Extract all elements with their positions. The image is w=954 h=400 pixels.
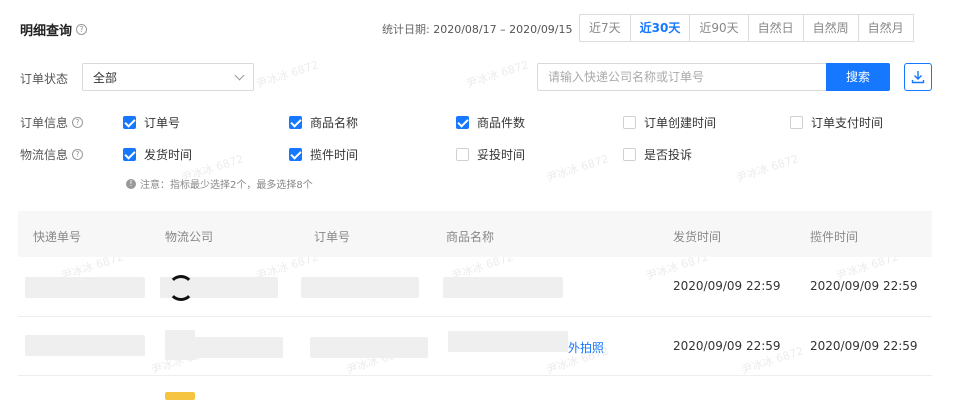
- column-header-product-name: 商品名称: [446, 230, 495, 244]
- column-header-tracking-no: 快递单号: [33, 230, 82, 244]
- carrier-logo-icon: [168, 275, 194, 301]
- checkbox-pickup-time[interactable]: 揽件时间: [289, 146, 358, 163]
- checkbox-label: 订单创建时间: [644, 116, 717, 130]
- checkbox-complaint[interactable]: 是否投诉: [623, 146, 692, 163]
- range-natural-month[interactable]: 自然月: [857, 14, 914, 42]
- redacted-cell: [443, 277, 563, 298]
- redacted-cell: [301, 277, 419, 298]
- info-icon: !: [126, 178, 136, 189]
- watermark: 尹冰冰 6872: [544, 152, 611, 185]
- redacted-cell: [310, 337, 428, 358]
- checkbox-checked-icon: [289, 148, 302, 161]
- checkbox-product-count[interactable]: 商品件数: [456, 114, 525, 131]
- redacted-cell: [165, 337, 283, 358]
- checkbox-delivered-time[interactable]: 妥投时间: [456, 146, 525, 163]
- logistics-info-label: 物流信息 ?: [20, 146, 84, 163]
- order-info-label: 订单信息 ?: [20, 114, 84, 131]
- order-status-select[interactable]: 全部: [82, 63, 254, 91]
- checkbox-ship-time[interactable]: 发货时间: [123, 146, 192, 163]
- range-7-days[interactable]: 近7天: [579, 14, 631, 42]
- checkbox-checked-icon: [456, 116, 469, 129]
- range-natural-week[interactable]: 自然周: [802, 14, 859, 42]
- checkbox-label: 订单支付时间: [811, 116, 884, 130]
- pickup-time-cell: 2020/09/09 22:59: [810, 339, 918, 353]
- checkbox-label: 订单号: [144, 116, 181, 130]
- column-header-ship-time: 发货时间: [673, 230, 722, 244]
- range-90-days[interactable]: 近90天: [689, 14, 749, 42]
- range-natural-day[interactable]: 自然日: [747, 14, 804, 42]
- checkbox-order-paid[interactable]: 订单支付时间: [790, 114, 883, 131]
- checkbox-unchecked-icon: [623, 148, 636, 161]
- pickup-time-cell: 2020/09/09 22:59: [810, 279, 918, 293]
- checkbox-checked-icon: [289, 116, 302, 129]
- checkbox-checked-icon: [123, 148, 136, 161]
- chevron-down-icon: [234, 70, 245, 80]
- stat-date: 统计日期: 2020/08/17 – 2020/09/15: [382, 21, 573, 37]
- checkbox-label: 商品名称: [310, 116, 359, 130]
- date-range-selector: 近7天 近30天 近90天 自然日 自然周 自然月: [579, 14, 914, 42]
- watermark: 尹冰冰 6872: [734, 152, 801, 185]
- search-input[interactable]: 请输入快递公司名称或订单号: [537, 63, 827, 91]
- product-name-link[interactable]: 外拍照: [568, 339, 604, 356]
- help-icon[interactable]: ?: [72, 117, 84, 128]
- redacted-cell: [448, 331, 568, 352]
- page-title-text: 明细查询: [20, 24, 73, 39]
- column-header-carrier: 物流公司: [165, 230, 214, 244]
- stat-date-label: 统计日期:: [382, 23, 430, 36]
- watermark: 尹冰冰 6872: [254, 58, 321, 91]
- ship-time-cell: 2020/09/09 22:59: [673, 339, 781, 353]
- range-30-days[interactable]: 近30天: [629, 14, 691, 42]
- redacted-cell: [25, 335, 145, 356]
- download-button[interactable]: [904, 63, 932, 91]
- column-header-order-no: 订单号: [314, 230, 351, 244]
- checkbox-label: 商品件数: [477, 116, 526, 130]
- checkbox-unchecked-icon: [623, 116, 636, 129]
- download-icon: [911, 71, 925, 84]
- carrier-logo-icon: [165, 392, 195, 400]
- checkbox-product-name[interactable]: 商品名称: [289, 114, 358, 131]
- checkbox-order-no[interactable]: 订单号: [123, 114, 180, 131]
- selection-note-text: 注意：指标最少选择2个，最多选择8个: [140, 180, 313, 191]
- checkbox-label: 是否投诉: [644, 148, 693, 162]
- selection-note: ! 注意：指标最少选择2个，最多选择8个: [126, 176, 313, 191]
- checkbox-checked-icon: [123, 116, 136, 129]
- order-status-value: 全部: [93, 70, 118, 85]
- checkbox-label: 发货时间: [144, 148, 193, 162]
- logistics-info-label-text: 物流信息: [20, 148, 69, 162]
- checkbox-unchecked-icon: [790, 116, 803, 129]
- order-info-label-text: 订单信息: [20, 116, 69, 130]
- order-status-label: 订单状态: [20, 72, 69, 86]
- page-title: 明细查询 ?: [20, 20, 88, 39]
- help-icon[interactable]: ?: [72, 149, 84, 160]
- redacted-cell: [25, 277, 145, 298]
- column-header-pickup-time: 揽件时间: [810, 230, 859, 244]
- checkbox-order-created[interactable]: 订单创建时间: [623, 114, 716, 131]
- checkbox-label: 妥投时间: [477, 148, 526, 162]
- checkbox-label: 揽件时间: [310, 148, 359, 162]
- search-button[interactable]: 搜索: [826, 63, 890, 91]
- stat-date-value: 2020/08/17 – 2020/09/15: [433, 23, 573, 36]
- ship-time-cell: 2020/09/09 22:59: [673, 279, 781, 293]
- row-divider: [18, 316, 932, 317]
- watermark: 尹冰冰 6872: [464, 58, 531, 91]
- checkbox-unchecked-icon: [456, 148, 469, 161]
- help-icon[interactable]: ?: [76, 24, 88, 35]
- row-divider: [18, 375, 932, 376]
